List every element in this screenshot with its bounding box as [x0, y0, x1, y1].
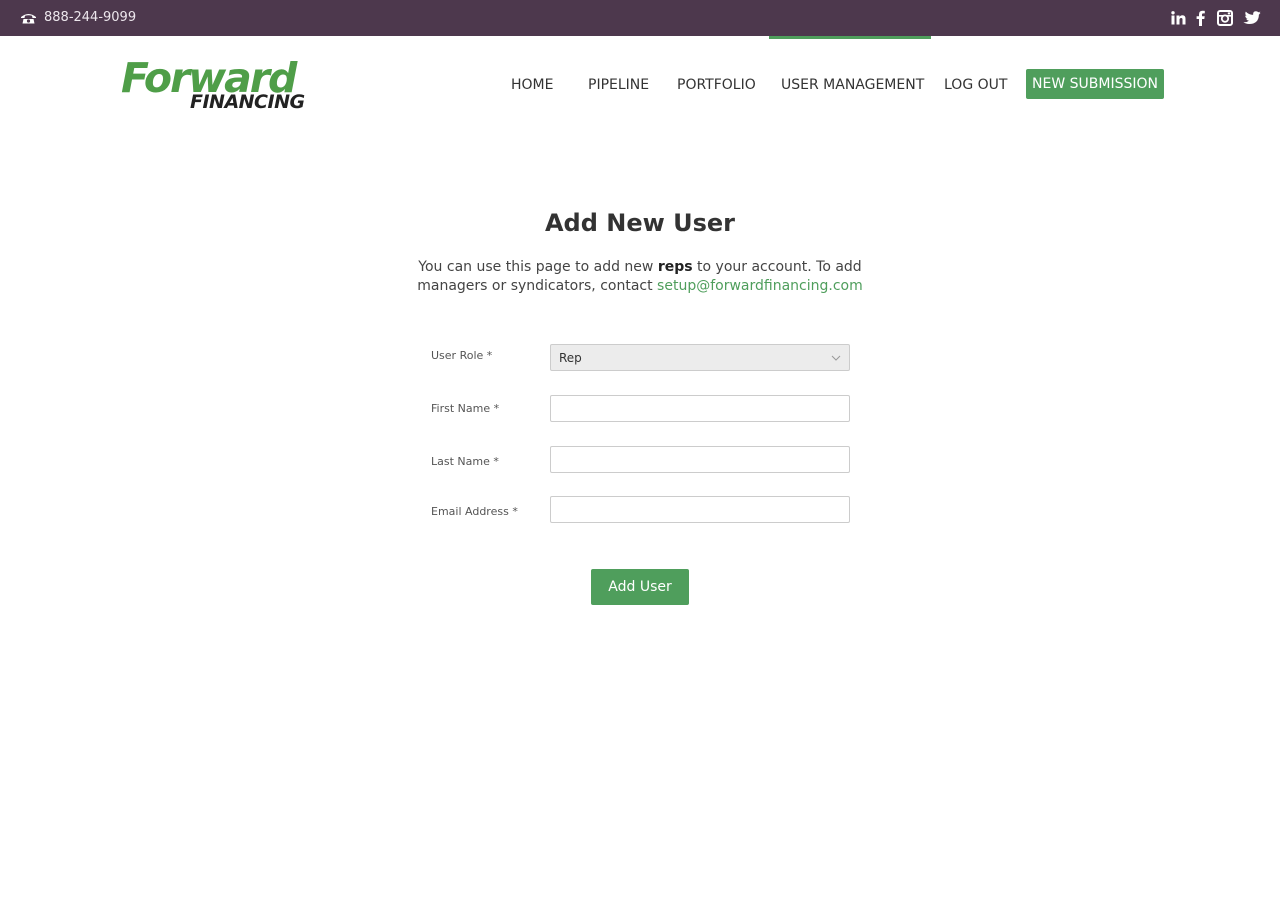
intro-text-part1: You can use this page to add new	[418, 259, 658, 275]
logo-subtitle: FINANCING	[190, 91, 305, 113]
facebook-icon[interactable]	[1194, 9, 1206, 27]
page-intro: You can use this page to add new reps to…	[400, 258, 880, 296]
new-submission-button[interactable]: NEW SUBMISSION	[1026, 69, 1164, 99]
user-role-label: User Role *	[431, 349, 493, 362]
phone-contact[interactable]: 888-244-9099	[20, 10, 136, 26]
forward-financing-logo[interactable]: Forward FINANCING	[121, 58, 305, 120]
active-nav-indicator	[769, 36, 931, 39]
nav-log-out[interactable]: LOG OUT	[944, 76, 1007, 94]
nav-pipeline[interactable]: PIPELINE	[588, 76, 649, 94]
chevron-down-icon	[831, 355, 841, 361]
user-role-select[interactable]: Rep	[550, 344, 850, 371]
top-bar: 888-244-9099	[0, 0, 1280, 36]
first-name-field[interactable]	[550, 395, 850, 422]
user-role-value: Rep	[559, 350, 582, 365]
email-label: Email Address *	[431, 505, 518, 518]
nav-user-management[interactable]: USER MANAGEMENT	[781, 76, 924, 94]
setup-email-link[interactable]: setup@forwardfinancing.com	[657, 278, 863, 294]
last-name-field[interactable]	[550, 446, 850, 473]
phone-number: 888-244-9099	[44, 10, 137, 25]
phone-icon	[21, 14, 36, 24]
intro-bold-reps: reps	[657, 259, 693, 275]
linkedin-icon[interactable]	[1170, 9, 1186, 27]
last-name-label: Last Name *	[431, 455, 499, 468]
email-field[interactable]	[550, 496, 850, 523]
first-name-label: First Name *	[431, 402, 500, 415]
twitter-icon[interactable]	[1242, 9, 1261, 27]
instagram-icon[interactable]	[1216, 9, 1234, 27]
page-title: Add New User	[544, 209, 736, 237]
add-user-button[interactable]: Add User	[591, 569, 689, 605]
nav-home[interactable]: HOME	[511, 76, 553, 94]
nav-portfolio[interactable]: PORTFOLIO	[677, 76, 756, 94]
